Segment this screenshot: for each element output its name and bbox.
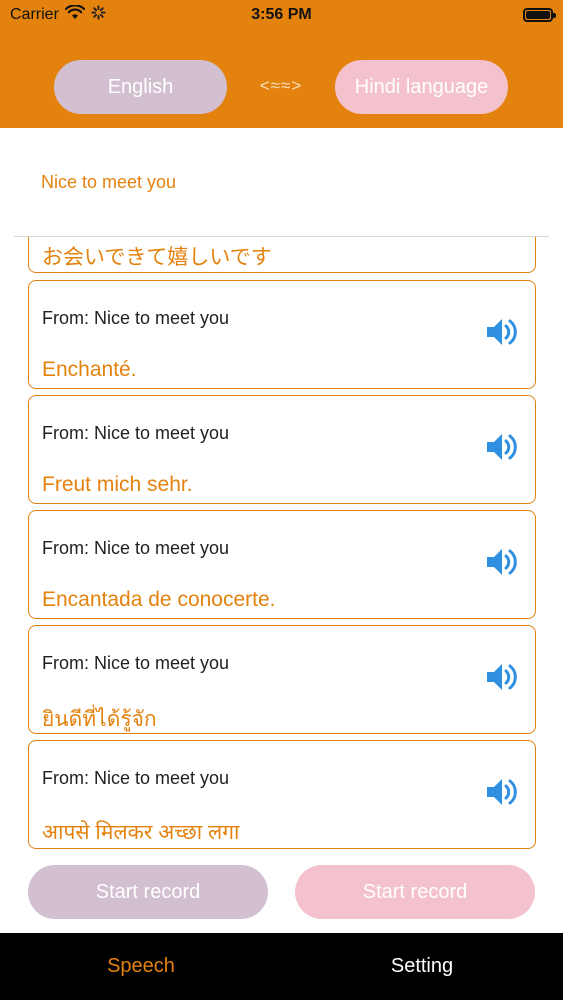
translation-card: From: Nice to meet you Encantada de cono… xyxy=(28,510,536,619)
source-text-label: From: Nice to meet you xyxy=(42,538,230,558)
activity-spinner-icon xyxy=(91,5,106,25)
speaker-icon[interactable] xyxy=(485,430,519,464)
speaker-icon[interactable] xyxy=(485,775,519,809)
source-language-button[interactable]: English xyxy=(54,60,227,114)
wifi-icon xyxy=(64,4,85,25)
battery-icon xyxy=(523,8,556,22)
translation-card: From: Nice to meet you आपसे मिलकर अच्छा … xyxy=(28,740,536,849)
speaker-icon[interactable] xyxy=(485,660,519,694)
source-text-input[interactable]: Nice to meet you xyxy=(41,172,176,193)
carrier-label: Carrier xyxy=(10,6,59,23)
source-text-label: From: Nice to meet you xyxy=(42,308,230,328)
translation-text: Freut mich sehr. xyxy=(42,473,193,496)
input-area[interactable]: Nice to meet you xyxy=(0,128,563,236)
translation-text: Enchanté. xyxy=(42,358,137,381)
speaker-icon[interactable] xyxy=(485,545,519,579)
translation-card: From: Nice to meet you ยินดีที่ได้รู้จัก xyxy=(28,625,536,734)
tab-setting[interactable]: Setting xyxy=(322,955,522,978)
translation-card: From: Nice to meet you Enchanté. xyxy=(28,280,536,389)
start-record-target-button[interactable]: Start record xyxy=(295,865,535,919)
translation-text: ยินดีที่ได้รู้จัก xyxy=(42,708,157,731)
translation-list[interactable]: お会いできて嬉しいです From: Nice to meet you Encha… xyxy=(0,236,563,852)
translation-text: お会いできて嬉しいです xyxy=(42,246,272,269)
start-record-source-button[interactable]: Start record xyxy=(28,865,268,919)
tab-bar: Speech Setting xyxy=(0,933,563,1000)
target-language-button[interactable]: Hindi language xyxy=(335,60,508,114)
tab-speech[interactable]: Speech xyxy=(41,955,241,978)
translation-text: आपसे मिलकर अच्छा लगा xyxy=(42,821,240,844)
source-text-label: From: Nice to meet you xyxy=(42,423,230,443)
swap-languages-button[interactable]: <≈≈> xyxy=(230,76,332,96)
translation-card: お会いできて嬉しいです xyxy=(28,236,536,273)
source-text-label: From: Nice to meet you xyxy=(42,653,230,673)
input-divider xyxy=(14,236,549,237)
speaker-icon[interactable] xyxy=(485,315,519,349)
status-bar: Carrier 3:56 PM xyxy=(0,0,563,30)
translation-text: Encantada de conocerte. xyxy=(42,588,276,611)
translation-card: From: Nice to meet you Freut mich sehr. xyxy=(28,395,536,504)
source-text-label: From: Nice to meet you xyxy=(42,768,230,788)
